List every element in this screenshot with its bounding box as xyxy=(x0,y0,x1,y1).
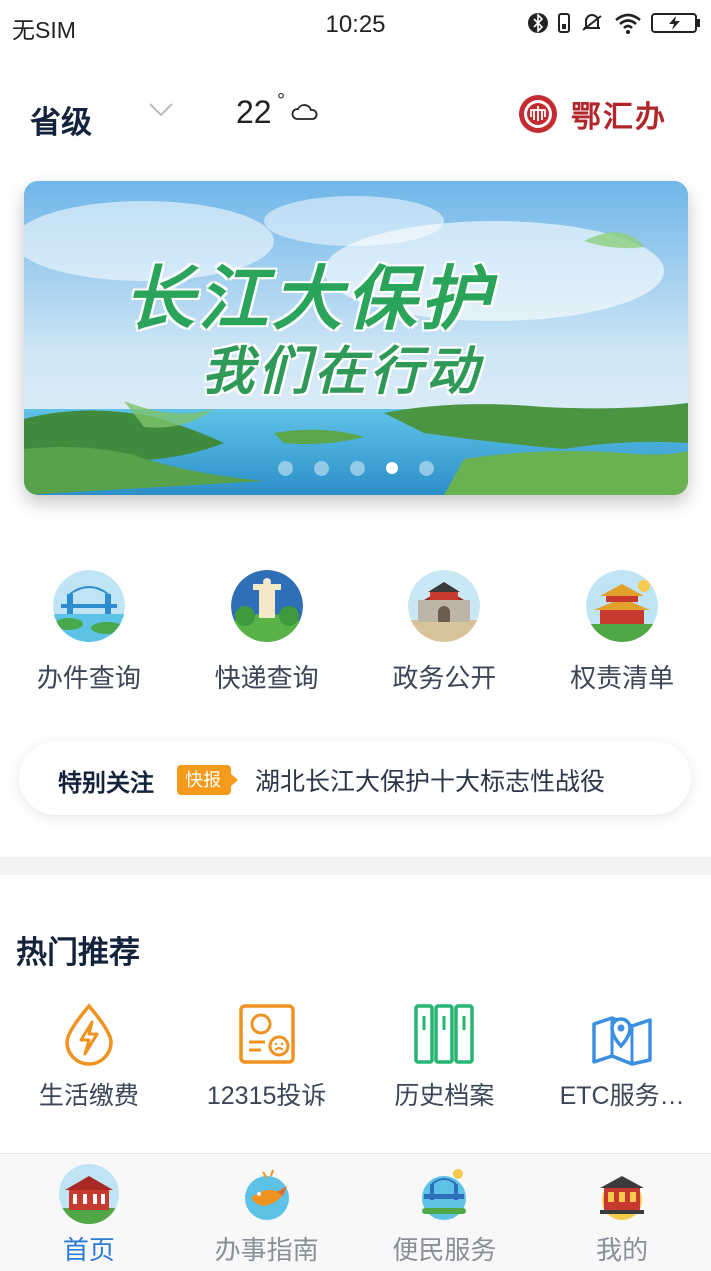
tab-services[interactable]: 便民服务 xyxy=(356,1154,534,1271)
pavilion-illustration-icon xyxy=(586,570,659,642)
status-bar: 无SIM 10:25 xyxy=(0,0,711,50)
quick-service-label: 政务公开 xyxy=(392,663,497,693)
notice-headline[interactable]: 湖北长江大保护十大标志性战役 xyxy=(255,762,605,798)
temperature-unit: ° xyxy=(277,90,285,112)
section-title: 热门推荐 xyxy=(16,935,140,970)
banner-dot[interactable] xyxy=(314,461,329,476)
bottom-tab-bar: 首页 办事指南 便民服务 我的 xyxy=(0,1153,711,1271)
hot-item-label: 12315投诉 xyxy=(206,1082,327,1110)
service-bridge-icon xyxy=(422,1169,467,1220)
map-pin-icon xyxy=(592,1016,652,1066)
banner-dot[interactable] xyxy=(419,461,434,476)
city-gate-illustration-icon xyxy=(408,570,481,642)
quick-service-item[interactable]: 办件查询 xyxy=(0,570,178,700)
banner-pagination xyxy=(278,461,434,476)
utility-bolt-icon xyxy=(65,1003,113,1066)
temperature-value: 22 xyxy=(236,94,272,130)
guide-crane-icon xyxy=(244,1169,289,1220)
hot-item[interactable]: 生活缴费 xyxy=(0,1002,178,1112)
promo-banner[interactable]: 长江大保护 我们在行动 xyxy=(24,181,688,495)
logo-emblem-icon xyxy=(519,95,557,133)
vibrate-icon xyxy=(558,13,570,33)
monument-illustration-icon xyxy=(230,570,303,642)
archive-binders-icon xyxy=(414,1004,475,1064)
bluetooth-icon xyxy=(528,13,548,33)
cloud-icon xyxy=(291,104,318,120)
bridge-illustration-icon xyxy=(52,570,125,642)
banner-subheadline: 我们在行动 xyxy=(202,341,483,402)
profile-gate-icon xyxy=(600,1176,645,1220)
logo-text: 鄂汇办 xyxy=(571,100,667,135)
quick-service-item[interactable]: 权责清单 xyxy=(533,570,711,700)
tab-label: 首页 xyxy=(62,1235,115,1265)
tab-home[interactable]: 首页 xyxy=(0,1154,178,1271)
quick-service-label: 快递查询 xyxy=(214,663,319,693)
app-logo: 鄂汇办 xyxy=(517,92,667,136)
status-icons xyxy=(527,10,701,36)
tab-label: 办事指南 xyxy=(214,1235,319,1265)
notice-badge: 快报 xyxy=(177,765,238,795)
quick-service-label: 权责清单 xyxy=(570,663,675,693)
region-selector[interactable]: 省级 xyxy=(30,97,92,142)
hot-recommendations: 生活缴费 12315投诉 历史档案 ETC服务… xyxy=(0,1002,711,1112)
hot-item-label: 历史档案 xyxy=(394,1082,495,1110)
notice-label: 特别关注 xyxy=(58,770,154,797)
hot-item[interactable]: ETC服务… xyxy=(533,1002,711,1112)
quick-service-item[interactable]: 政务公开 xyxy=(356,570,534,700)
tab-label: 便民服务 xyxy=(392,1235,497,1265)
tab-profile[interactable]: 我的 xyxy=(533,1154,711,1271)
hot-item[interactable]: 历史档案 xyxy=(356,1002,534,1112)
home-building-icon xyxy=(58,1164,119,1224)
quick-service-label: 办件查询 xyxy=(36,663,141,693)
mute-bell-icon xyxy=(582,14,602,31)
quick-services: 办件查询 快递查询 政务公开 权责清单 xyxy=(0,570,711,700)
hot-item-label: 生活缴费 xyxy=(38,1082,139,1110)
section-divider xyxy=(0,857,711,875)
quick-service-item[interactable]: 快递查询 xyxy=(178,570,356,700)
chevron-down-icon[interactable] xyxy=(147,100,175,120)
complaint-certificate-icon xyxy=(238,1004,295,1064)
header: 省级 22 ° 鄂汇办 xyxy=(0,80,711,150)
tab-guide[interactable]: 办事指南 xyxy=(178,1154,356,1271)
banner-dot[interactable] xyxy=(350,461,365,476)
special-notice-bar[interactable]: 特别关注 快报 湖北长江大保护十大标志性战役 xyxy=(19,741,691,815)
battery-icon xyxy=(651,13,700,33)
wifi-icon xyxy=(615,13,641,34)
tab-label: 我的 xyxy=(596,1235,649,1265)
banner-dot[interactable] xyxy=(386,462,398,474)
hot-item[interactable]: 12315投诉 xyxy=(178,1002,356,1112)
banner-dot[interactable] xyxy=(278,461,293,476)
hot-item-label: ETC服务… xyxy=(559,1082,685,1110)
